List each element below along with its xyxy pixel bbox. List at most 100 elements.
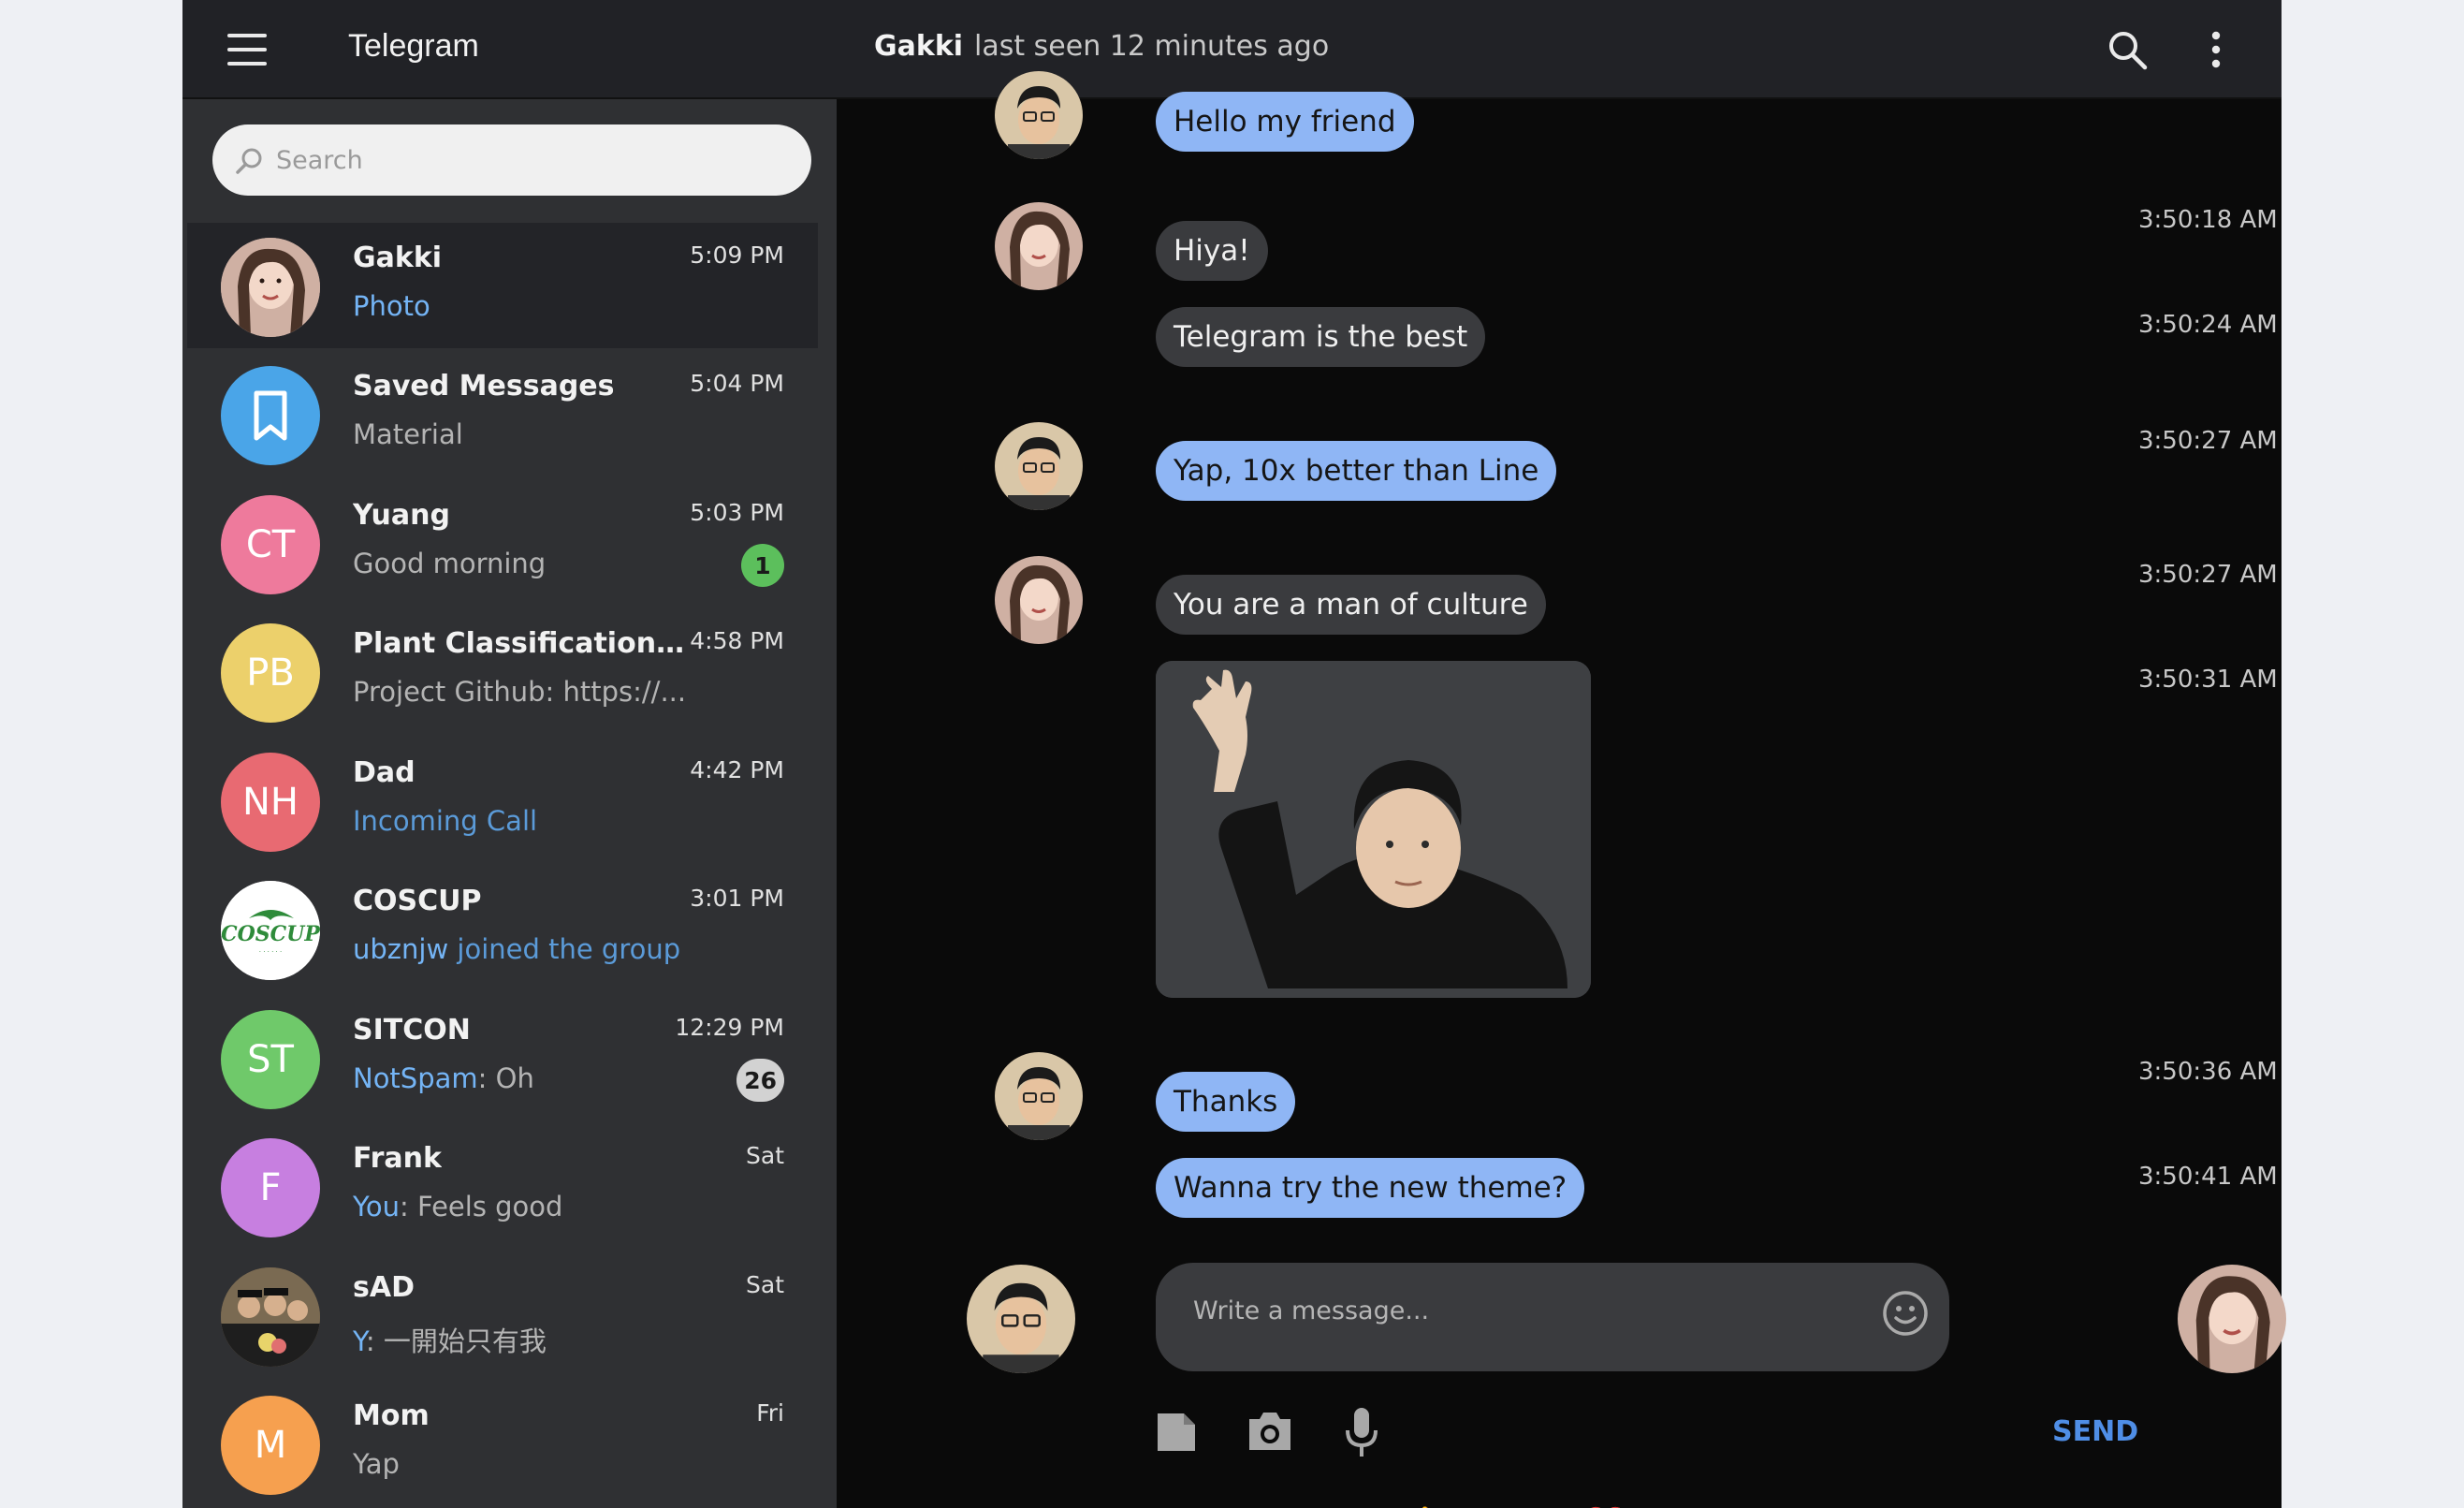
chat-item-plant-classification[interactable]: PB Plant Classification ... 4:58 PM Proj… — [187, 608, 818, 734]
more-vertical-icon[interactable] — [2207, 28, 2225, 71]
chat-item-frank[interactable]: F Frank Sat You: Feels good — [187, 1123, 818, 1249]
message-timestamp: 3:50:27 AM — [2138, 427, 2278, 455]
chat-item-dad[interactable]: NH Dad 4:42 PM Incoming Call — [187, 738, 818, 863]
chat-item-gakki[interactable]: Gakki 5:09 PM Photo — [187, 223, 818, 348]
message-timestamp: 3:50:36 AM — [2138, 1058, 2278, 1086]
message-timestamp: 3:50:18 AM — [2138, 206, 2278, 234]
unread-badge: 1 — [741, 544, 784, 587]
chat-item-saved-messages[interactable]: Saved Messages 5:04 PM Material — [187, 351, 818, 476]
chat-list-sidebar: Gakki 5:09 PM Photo Saved Messages 5:04 … — [182, 99, 837, 1508]
chat-partner-avatar[interactable] — [2178, 1265, 2286, 1373]
message-bubble[interactable]: Wanna try the new theme? — [1156, 1158, 1585, 1218]
preview-text: : 一開始只有我 — [365, 1325, 547, 1357]
chat-time: 12:29 PM — [675, 1014, 784, 1041]
emoji-picker-icon[interactable] — [1881, 1289, 1930, 1338]
send-button[interactable]: SEND — [2052, 1415, 2138, 1448]
unread-badge: 26 — [736, 1059, 784, 1102]
chat-preview: Good morning — [353, 548, 547, 579]
chat-time: 3:01 PM — [690, 885, 784, 912]
message-bubble[interactable]: Hello my friend — [1156, 92, 1414, 152]
chat-preview: Material — [353, 418, 463, 450]
message-bubble[interactable]: You are a man of culture — [1156, 575, 1546, 635]
chat-preview: Y: 一開始只有我 — [353, 1320, 547, 1359]
avatar — [995, 422, 1083, 510]
message-input[interactable] — [1193, 1296, 1848, 1343]
chat-preview: ubznjw joined the group — [353, 933, 680, 965]
avatar — [995, 1052, 1083, 1140]
avatar — [995, 556, 1083, 644]
search-input[interactable] — [276, 124, 800, 196]
chat-item-mom[interactable]: M Mom Fri Yap — [187, 1381, 818, 1506]
preview-sender: NotSpam — [353, 1062, 478, 1094]
chat-time: 5:09 PM — [690, 242, 784, 269]
preview-text: joined the group — [448, 933, 681, 965]
bookmark-icon — [254, 390, 287, 441]
chat-time: Sat — [746, 1271, 784, 1298]
chat-name: COSCUP — [353, 885, 482, 917]
preview-text: Photo — [353, 290, 430, 322]
chat-preview: NotSpam: Oh — [353, 1062, 534, 1094]
chat-item-yuang[interactable]: CT Yuang 5:03 PM Good morning 1 — [187, 480, 818, 606]
avatar — [221, 238, 320, 337]
message-composer[interactable] — [1156, 1263, 1949, 1371]
chat-name: Saved Messages — [353, 370, 615, 403]
chat-time: 5:03 PM — [690, 499, 784, 526]
search-box[interactable] — [212, 124, 811, 196]
chat-time: 4:58 PM — [690, 627, 784, 654]
chat-name: Plant Classification ... — [353, 627, 690, 660]
avatar: NH — [221, 753, 320, 852]
message-area: Hello my friend Hiya! 3:50:18 AM Telegra… — [838, 71, 2286, 1508]
message-bubble[interactable]: Yap, 10x better than Line — [1156, 441, 1557, 501]
message-timestamp: 3:50:41 AM — [2138, 1163, 2278, 1191]
message-bubble[interactable]: Thanks — [1156, 1072, 1296, 1132]
chat-time: 4:42 PM — [690, 756, 784, 783]
chat-name: Mom — [353, 1399, 430, 1432]
avatar — [995, 202, 1083, 290]
chat-item-sad[interactable]: sAD Sat Y: 一開始只有我 — [187, 1252, 818, 1378]
message-bubble[interactable]: Hiya! — [1156, 221, 1268, 281]
chat-item-coscup[interactable]: COSCUP · · · · · · COSCUP 3:01 PM ubznjw … — [187, 866, 818, 991]
search-field-icon — [236, 148, 262, 174]
preview-text: : Feels good — [400, 1191, 563, 1223]
chat-name: sAD — [353, 1271, 415, 1304]
avatar — [995, 71, 1083, 159]
camera-icon[interactable] — [1246, 1410, 1294, 1453]
chat-preview: You: Feels good — [353, 1191, 562, 1223]
search-icon[interactable] — [2106, 28, 2149, 71]
avatar: CT — [221, 495, 320, 594]
sticker-image[interactable] — [1156, 661, 1591, 998]
chat-preview: Project Github: https://... — [353, 676, 687, 708]
preview-sender: You — [353, 1191, 400, 1223]
chat-preview: Yap — [353, 1448, 400, 1480]
avatar: ST — [221, 1010, 320, 1109]
preview-sender: ubznjw — [353, 933, 449, 965]
chat-header-name[interactable]: Gakki — [874, 30, 963, 63]
avatar: COSCUP · · · · · · — [221, 881, 320, 980]
hamburger-menu-icon[interactable] — [227, 34, 267, 66]
chat-time: Sat — [746, 1142, 784, 1169]
chat-time: Fri — [756, 1399, 784, 1427]
message-timestamp: 3:50:27 AM — [2138, 561, 2278, 589]
avatar: PB — [221, 623, 320, 723]
avatar: F — [221, 1138, 320, 1237]
avatar — [221, 1267, 320, 1367]
chat-time: 5:04 PM — [690, 370, 784, 397]
message-bubble[interactable]: Telegram is the best — [1156, 307, 1486, 367]
app-title: Telegram — [348, 28, 479, 64]
chat-name: Dad — [353, 756, 416, 789]
message-timestamp: 3:50:24 AM — [2138, 311, 2278, 339]
file-attach-icon[interactable] — [1154, 1410, 1199, 1455]
coscup-logo-text: COSCUP — [221, 922, 320, 946]
chat-name: Gakki — [353, 242, 443, 274]
microphone-icon[interactable] — [1343, 1406, 1380, 1458]
avatar: M — [221, 1396, 320, 1495]
chat-name: Frank — [353, 1142, 442, 1175]
preview-sender: Y — [353, 1325, 366, 1357]
chat-item-sitcon[interactable]: ST SITCON 12:29 PM NotSpam: Oh 26 — [187, 995, 818, 1120]
avatar — [221, 366, 320, 465]
chat-preview: Incoming Call — [353, 805, 537, 837]
my-avatar[interactable] — [967, 1265, 1075, 1373]
preview-text: : Oh — [477, 1062, 534, 1094]
chat-name: SITCON — [353, 1014, 471, 1047]
chat-name: Yuang — [353, 499, 450, 532]
